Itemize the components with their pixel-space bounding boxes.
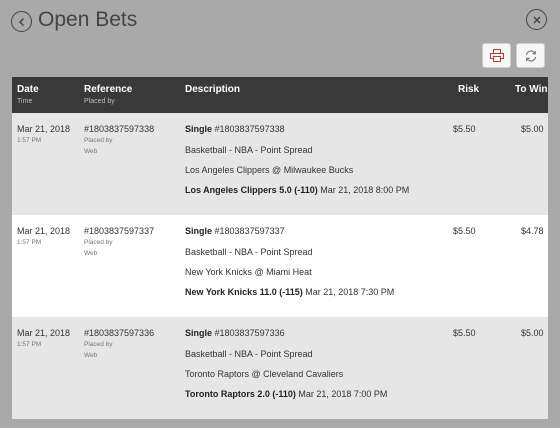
matchup: Los Angeles Clippers @ Milwaukee Bucks [185,165,354,175]
event-time: Mar 21, 2018 7:30 PM [305,287,395,297]
risk-value: $5.50 [453,124,476,134]
page-title: Open Bets [38,8,138,31]
printer-icon [489,49,504,62]
matchup: New York Knicks @ Miami Heat [185,267,312,277]
to-win-value: $5.00 [521,328,544,338]
selection: Toronto Raptors 2.0 (-110) [185,389,296,399]
placed-by-label: Placed by [84,239,113,246]
selection-line: Los Angeles Clippers 5.0 (-110) Mar 21, … [185,185,409,195]
bet-time: 1:57 PM [17,341,42,348]
refresh-icon [525,49,536,62]
print-button[interactable] [482,43,511,68]
bet-type: Single [185,226,213,236]
event-time: Mar 21, 2018 8:00 PM [320,185,410,195]
bet-ref: #1803837597336 [214,328,285,338]
close-button[interactable] [526,9,547,30]
bet-time: 1:57 PM [17,239,42,246]
selection: Los Angeles Clippers 5.0 (-110) [185,185,318,195]
bet-type-line: Single #1803837597337 [185,226,285,236]
selection-line: New York Knicks 11.0 (-115) Mar 21, 2018… [185,287,394,297]
risk-value: $5.50 [453,328,476,338]
open-bets-table: Date Time Reference Placed by Descriptio… [12,77,548,419]
placed-by-value: Web [84,250,98,257]
table-row[interactable]: Mar 21, 2018 1:57 PM #1803837597338 Plac… [12,113,548,215]
col-date: Date [17,84,39,95]
back-button[interactable] [11,11,32,32]
bet-type: Single [185,124,213,134]
placed-by-value: Web [84,352,98,359]
to-win-value: $4.78 [521,226,544,236]
bet-ref: #1803837597338 [214,124,285,134]
matchup: Toronto Raptors @ Cleveland Cavaliers [185,369,344,379]
bet-type-line: Single #1803837597338 [185,124,285,134]
bet-reference: #1803837597337 [84,226,155,236]
col-time: Time [17,98,33,105]
sport-line: Basketball - NBA - Point Spread [185,247,313,257]
col-to-win: To Win [515,84,548,95]
placed-by-value: Web [84,148,98,155]
selection-line: Toronto Raptors 2.0 (-110) Mar 21, 2018 … [185,389,387,399]
to-win-value: $5.00 [521,124,544,134]
bet-date: Mar 21, 2018 [17,328,71,338]
bet-reference: #1803837597338 [84,124,155,134]
chevron-left-icon [18,17,24,26]
bet-date: Mar 21, 2018 [17,226,71,236]
bet-ref: #1803837597337 [214,226,285,236]
col-reference: Reference [84,84,133,95]
sport-line: Basketball - NBA - Point Spread [185,145,313,155]
table-row[interactable]: Mar 21, 2018 1:57 PM #1803837597337 Plac… [12,215,548,317]
bet-date: Mar 21, 2018 [17,124,71,134]
bet-time: 1:57 PM [17,137,42,144]
placed-by-label: Placed by [84,137,113,144]
risk-value: $5.50 [453,226,476,236]
sport-line: Basketball - NBA - Point Spread [185,349,313,359]
close-icon [533,16,540,23]
col-description: Description [185,84,241,95]
bet-type: Single [185,328,213,338]
bet-type-line: Single #1803837597336 [185,328,285,338]
table-header: Date Time Reference Placed by Descriptio… [12,77,548,113]
event-time: Mar 21, 2018 7:00 PM [298,389,388,399]
bet-reference: #1803837597336 [84,328,155,338]
col-risk: Risk [458,84,480,95]
refresh-button[interactable] [516,43,545,68]
table-row[interactable]: Mar 21, 2018 1:57 PM #1803837597336 Plac… [12,317,548,419]
placed-by-label: Placed by [84,341,113,348]
col-placed-by: Placed by [84,98,115,105]
selection: New York Knicks 11.0 (-115) [185,287,303,297]
top-bar: Open Bets [0,0,560,44]
